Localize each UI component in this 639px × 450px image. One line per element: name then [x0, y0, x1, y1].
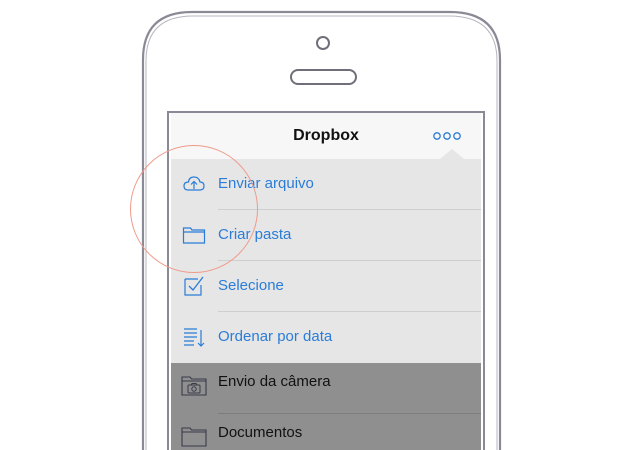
nav-bar: Dropbox — [171, 113, 481, 159]
camera-folder-icon — [181, 376, 207, 396]
menu-item-label: Enviar arquivo — [218, 175, 314, 192]
folder-icon — [182, 227, 206, 244]
phone-screen: Dropbox Enviar arquivo Criar pasta Selec… — [171, 113, 481, 450]
actions-menu: Enviar arquivo Criar pasta Selecione Ord… — [171, 149, 481, 363]
more-options-icon[interactable] — [433, 130, 461, 142]
menu-item-select[interactable]: Selecione — [171, 261, 481, 312]
speaker — [290, 69, 357, 85]
sort-list-icon — [184, 328, 205, 347]
list-item-label: Envio da câmera — [218, 373, 331, 390]
cloud-upload-icon — [183, 176, 205, 191]
menu-item-upload-file[interactable]: Enviar arquivo — [171, 159, 481, 210]
menu-item-label: Selecione — [218, 277, 284, 294]
list-item-label: Documentos — [218, 424, 303, 441]
menu-item-create-folder[interactable]: Criar pasta — [171, 210, 481, 261]
menu-caret — [440, 149, 464, 159]
menu-item-label: Criar pasta — [218, 226, 292, 243]
front-camera — [316, 36, 330, 50]
file-list: Envio da câmera Documentos — [171, 363, 481, 450]
checkbox-icon — [184, 276, 204, 296]
list-item[interactable]: Documentos — [171, 414, 481, 450]
folder-icon — [181, 427, 207, 447]
menu-item-label: Ordenar por data — [218, 328, 333, 345]
menu-item-sort-by-date[interactable]: Ordenar por data — [171, 312, 481, 363]
list-item[interactable]: Envio da câmera — [171, 363, 481, 414]
